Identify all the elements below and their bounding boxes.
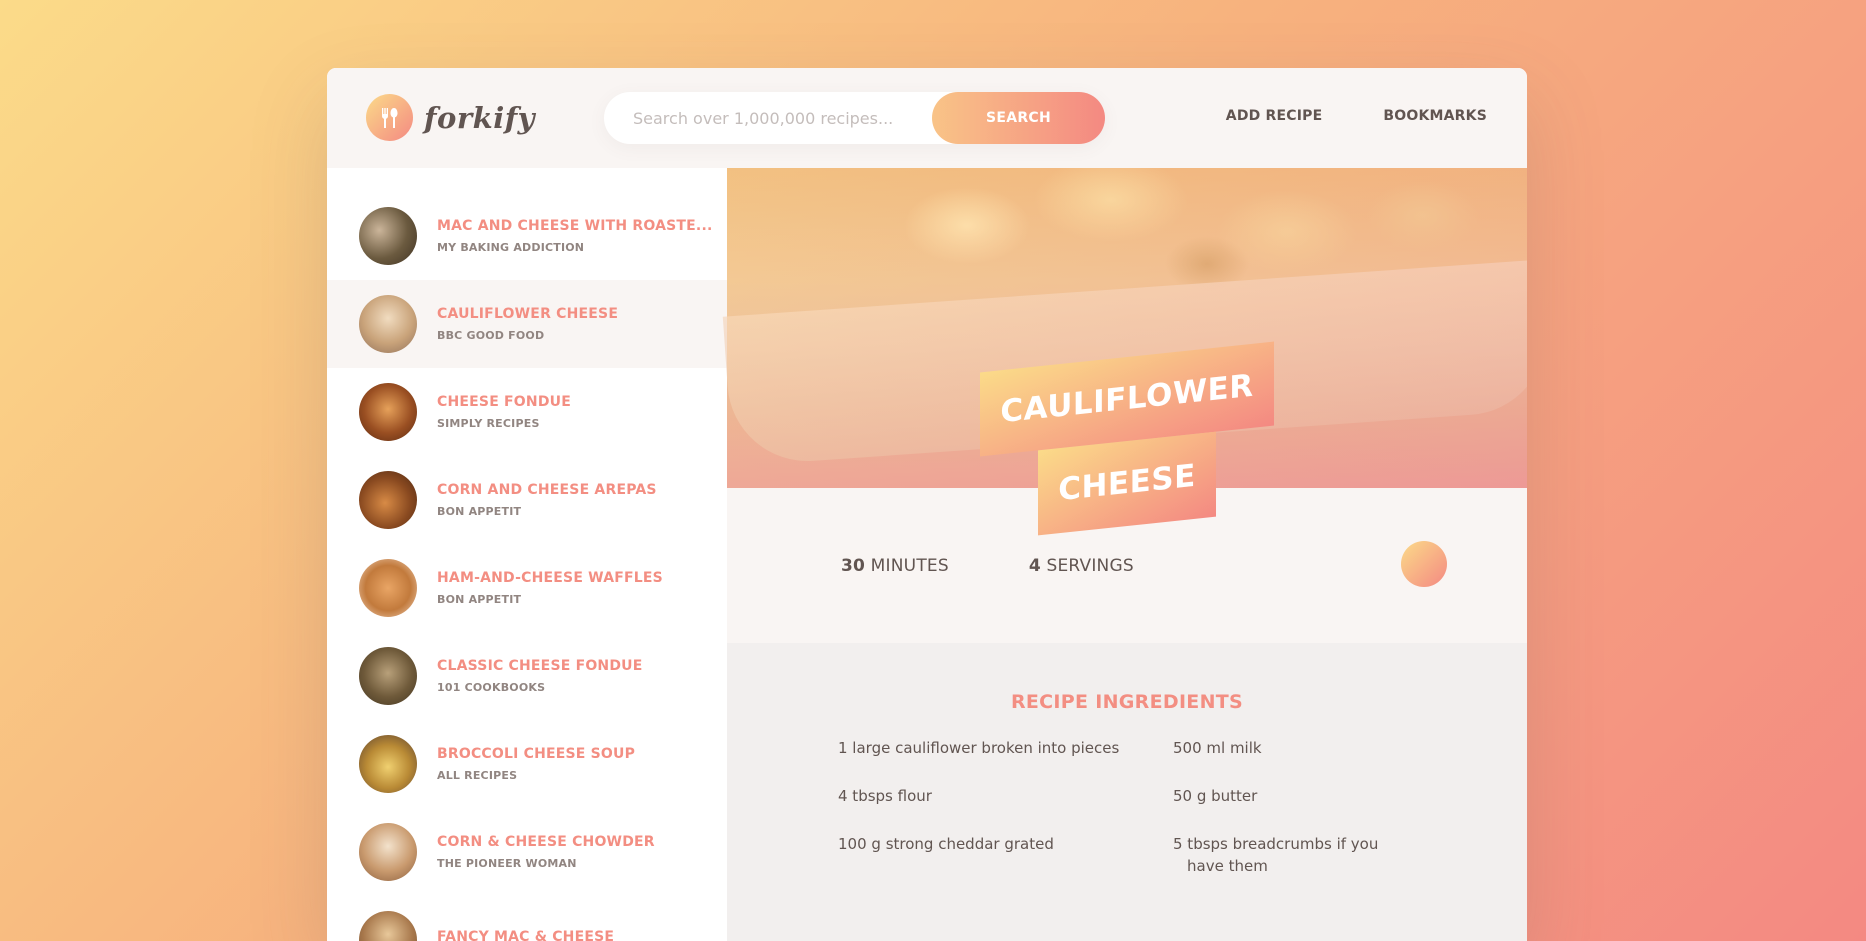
search-form: SEARCH bbox=[604, 92, 1105, 144]
header: forkify SEARCH ADD RECIPE BOOKMARKS bbox=[327, 68, 1527, 168]
ingredient: 50 g butter bbox=[1173, 787, 1258, 805]
result-title: MAC AND CHEESE WITH ROASTE... bbox=[437, 218, 713, 234]
result-title: BROCCOLI CHEESE SOUP bbox=[437, 746, 636, 762]
ingredients-heading: RECIPE INGREDIENTS bbox=[1010, 691, 1244, 713]
recipe-thumbnail bbox=[359, 559, 417, 617]
result-item[interactable]: FANCY MAC & CHEESE bbox=[327, 896, 727, 941]
recipe-thumbnail bbox=[359, 911, 417, 941]
recipe-thumbnail bbox=[359, 471, 417, 529]
recipe-thumbnail bbox=[359, 735, 417, 793]
result-publisher: BON APPETIT bbox=[437, 505, 522, 518]
result-publisher: BON APPETIT bbox=[437, 593, 522, 606]
recipe-view: CAULIFLOWER CHEESE 30 MINUTES 4 SERVINGS… bbox=[722, 168, 1527, 941]
ingredient-list: 1 large cauliflower broken into pieces 5… bbox=[838, 737, 1418, 877]
search-input[interactable] bbox=[604, 108, 934, 128]
bookmark-button[interactable] bbox=[1401, 541, 1447, 587]
ingredients-section: RECIPE INGREDIENTS 1 large cauliflower b… bbox=[727, 643, 1527, 941]
search-button[interactable]: SEARCH bbox=[932, 92, 1105, 144]
cooking-time: 30 MINUTES bbox=[841, 556, 949, 576]
servings: 4 SERVINGS bbox=[1029, 556, 1134, 576]
recipe-thumbnail bbox=[359, 383, 417, 441]
minutes-value: 30 bbox=[841, 555, 866, 576]
result-title: CORN & CHEESE CHOWDER bbox=[437, 834, 655, 850]
result-publisher: SIMPLY RECIPES bbox=[437, 417, 540, 430]
recipe-thumbnail bbox=[359, 647, 417, 705]
result-publisher: 101 COOKBOOKS bbox=[437, 681, 546, 694]
minutes-label: MINUTES bbox=[870, 555, 949, 576]
result-publisher: BBC GOOD FOOD bbox=[437, 329, 545, 342]
result-title: CAULIFLOWER CHEESE bbox=[437, 306, 619, 322]
result-item[interactable]: CORN AND CHEESE AREPAS BON APPETIT bbox=[327, 456, 727, 544]
result-title: CHEESE FONDUE bbox=[437, 394, 571, 410]
result-item[interactable]: CLASSIC CHEESE FONDUE 101 COOKBOOKS bbox=[327, 632, 727, 720]
result-title: CLASSIC CHEESE FONDUE bbox=[437, 658, 643, 674]
recipe-details: 30 MINUTES 4 SERVINGS bbox=[727, 488, 1527, 643]
result-item[interactable]: HAM-AND-CHEESE WAFFLES BON APPETIT bbox=[327, 544, 727, 632]
result-item[interactable]: CHEESE FONDUE SIMPLY RECIPES bbox=[327, 368, 727, 456]
ingredient: 500 ml milk bbox=[1173, 739, 1262, 757]
recipe-thumbnail bbox=[359, 207, 417, 265]
result-title: CORN AND CHEESE AREPAS bbox=[437, 482, 657, 498]
recipe-thumbnail bbox=[359, 295, 417, 353]
result-item[interactable]: MAC AND CHEESE WITH ROASTE... MY BAKING … bbox=[327, 192, 727, 280]
recipe-thumbnail bbox=[359, 823, 417, 881]
app-container: forkify SEARCH ADD RECIPE BOOKMARKS MAC … bbox=[327, 68, 1527, 941]
result-title: HAM-AND-CHEESE WAFFLES bbox=[437, 570, 663, 586]
add-recipe-button[interactable]: ADD RECIPE bbox=[1226, 108, 1323, 124]
result-item[interactable]: BROCCOLI CHEESE SOUP ALL RECIPES bbox=[327, 720, 727, 808]
result-item[interactable]: CORN & CHEESE CHOWDER THE PIONEER WOMAN bbox=[327, 808, 727, 896]
logo-text: forkify bbox=[424, 100, 536, 135]
ingredient: 5 tbsps breadcrumbs if you have them bbox=[1173, 835, 1379, 875]
result-publisher: THE PIONEER WOMAN bbox=[437, 857, 577, 870]
result-publisher: MY BAKING ADDICTION bbox=[437, 241, 585, 254]
fork-spoon-icon bbox=[366, 94, 413, 141]
recipe-figure: CAULIFLOWER CHEESE bbox=[722, 168, 1527, 536]
ingredient: 100 g strong cheddar grated bbox=[838, 835, 1054, 853]
result-title: FANCY MAC & CHEESE bbox=[437, 928, 615, 941]
logo[interactable]: forkify bbox=[366, 94, 535, 141]
servings-value: 4 bbox=[1028, 555, 1041, 576]
ingredient: 1 large cauliflower broken into pieces bbox=[838, 739, 1120, 757]
ingredient: 4 tbsps flour bbox=[838, 787, 932, 805]
result-item-active[interactable]: CAULIFLOWER CHEESE BBC GOOD FOOD bbox=[327, 280, 727, 368]
bookmarks-button[interactable]: BOOKMARKS bbox=[1383, 108, 1487, 124]
nav: ADD RECIPE BOOKMARKS bbox=[1165, 108, 1487, 124]
result-publisher: ALL RECIPES bbox=[437, 769, 518, 782]
search-results: MAC AND CHEESE WITH ROASTE... MY BAKING … bbox=[327, 168, 727, 941]
servings-label: SERVINGS bbox=[1046, 555, 1134, 576]
